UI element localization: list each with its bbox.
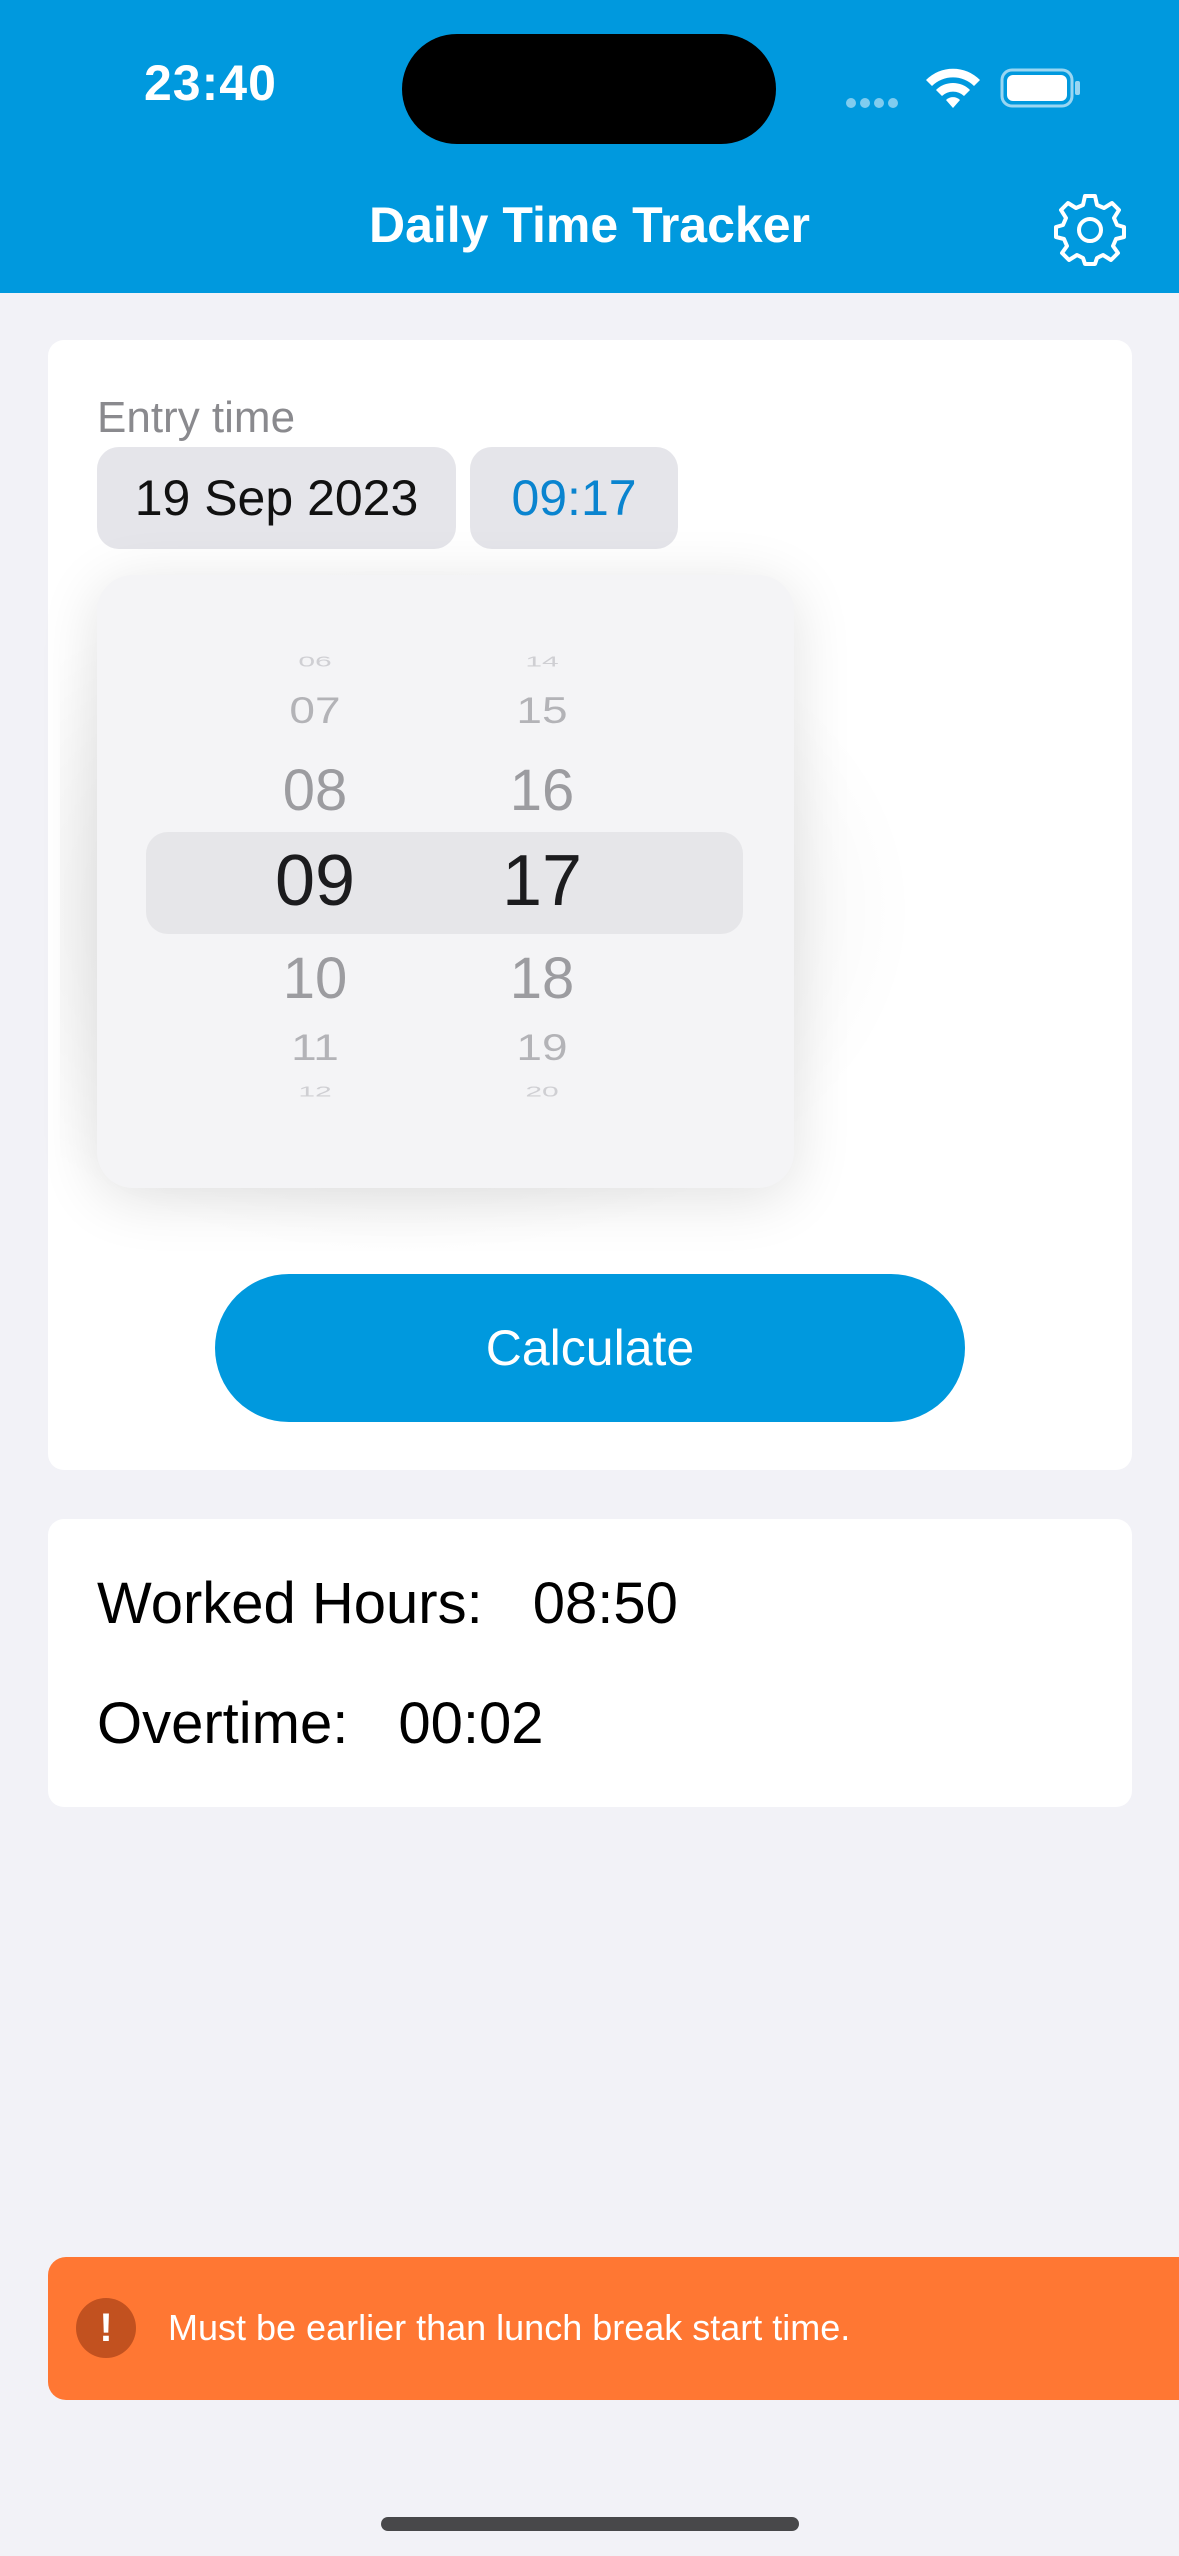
- minute-option[interactable]: 15: [442, 688, 642, 731]
- cellular-signal-icon: [846, 95, 902, 113]
- time-picker-button[interactable]: 09:17: [470, 447, 678, 549]
- time-wheel-picker[interactable]: 06 07 08 09 10 11 12 14 15 16 17 18 19 2…: [97, 575, 794, 1188]
- page-title: Daily Time Tracker: [368, 197, 810, 253]
- minute-option[interactable]: 20: [442, 1084, 642, 1101]
- overtime-value: 00:02: [398, 1691, 544, 1756]
- worked-hours-row: Worked Hours: 08:50: [97, 1570, 678, 1637]
- gear-icon[interactable]: [1052, 192, 1128, 268]
- hour-option-selected[interactable]: 09: [215, 840, 415, 922]
- toast-message: Must be earlier than lunch break start t…: [168, 2307, 851, 2348]
- home-indicator[interactable]: [381, 2517, 799, 2531]
- hour-option[interactable]: 08: [215, 757, 415, 824]
- hour-option[interactable]: 12: [215, 1084, 415, 1101]
- hour-wheel[interactable]: 06 07 08 09 10 11 12: [215, 575, 415, 1188]
- hour-option[interactable]: 11: [215, 1025, 415, 1068]
- worked-hours-value: 08:50: [532, 1571, 678, 1636]
- minute-option-selected[interactable]: 17: [442, 840, 642, 922]
- status-time: 23:40: [144, 55, 277, 111]
- overtime-label: Overtime:: [97, 1691, 349, 1756]
- wifi-icon: [926, 68, 980, 108]
- results-card: [48, 1519, 1132, 1807]
- hour-option[interactable]: 07: [215, 688, 415, 731]
- date-picker-button[interactable]: 19 Sep 2023: [97, 447, 456, 549]
- hour-option[interactable]: 06: [215, 654, 415, 671]
- battery-icon: [1000, 68, 1080, 108]
- overtime-row: Overtime: 00:02: [97, 1690, 544, 1757]
- calculate-button[interactable]: Calculate: [215, 1274, 965, 1422]
- minute-wheel[interactable]: 14 15 16 17 18 19 20: [442, 575, 642, 1188]
- exclamation-icon: !: [76, 2298, 136, 2358]
- hour-option[interactable]: 10: [215, 945, 415, 1012]
- worked-hours-label: Worked Hours:: [97, 1571, 483, 1636]
- dynamic-island: [402, 34, 776, 144]
- minute-option[interactable]: 19: [442, 1025, 642, 1068]
- entry-time-label: Entry time: [97, 393, 296, 442]
- minute-option[interactable]: 18: [442, 945, 642, 1012]
- minute-option[interactable]: 14: [442, 654, 642, 671]
- minute-option[interactable]: 16: [442, 757, 642, 824]
